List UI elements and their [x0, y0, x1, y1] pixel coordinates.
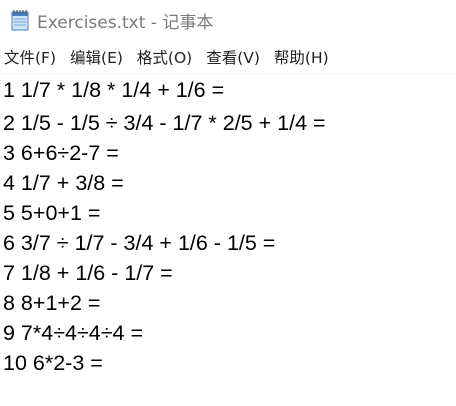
text-line: 7 1/8 + 1/6 - 1/7 =: [3, 261, 173, 285]
menu-view[interactable]: 查看(V): [202, 46, 264, 70]
title-bar[interactable]: Exercises.txt - 记事本: [0, 0, 456, 40]
text-line: 2 1/5 - 1/5 ÷ 3/4 - 1/7 * 2/5 + 1/4 =: [3, 111, 326, 135]
notepad-icon: [11, 9, 29, 31]
text-line: 8 8+1+2 =: [3, 291, 101, 315]
menu-divider: [0, 73, 456, 74]
text-line: 9 7*4÷4÷4÷4 =: [3, 321, 144, 345]
text-line: 1 1/7 * 1/8 * 1/4 + 1/6 =: [3, 78, 225, 102]
window-title: Exercises.txt - 记事本: [37, 12, 214, 33]
menu-file[interactable]: 文件(F): [0, 46, 60, 70]
menu-format[interactable]: 格式(O): [133, 46, 196, 70]
text-line: 6 3/7 ÷ 1/7 - 3/4 + 1/6 - 1/5 =: [3, 231, 276, 255]
menu-edit[interactable]: 编辑(E): [66, 46, 127, 70]
menu-help[interactable]: 帮助(H): [270, 46, 333, 70]
text-editor[interactable]: 1 1/7 * 1/8 * 1/4 + 1/6 = 2 1/5 - 1/5 ÷ …: [0, 75, 456, 406]
text-line: 3 6+6÷2-7 =: [3, 141, 119, 165]
text-line: 10 6*2-3 =: [3, 351, 103, 375]
text-line: 5 5+0+1 =: [3, 201, 101, 225]
menu-bar: 文件(F) 编辑(E) 格式(O) 查看(V) 帮助(H): [0, 44, 456, 72]
text-line: 4 1/7 + 3/8 =: [3, 171, 124, 195]
